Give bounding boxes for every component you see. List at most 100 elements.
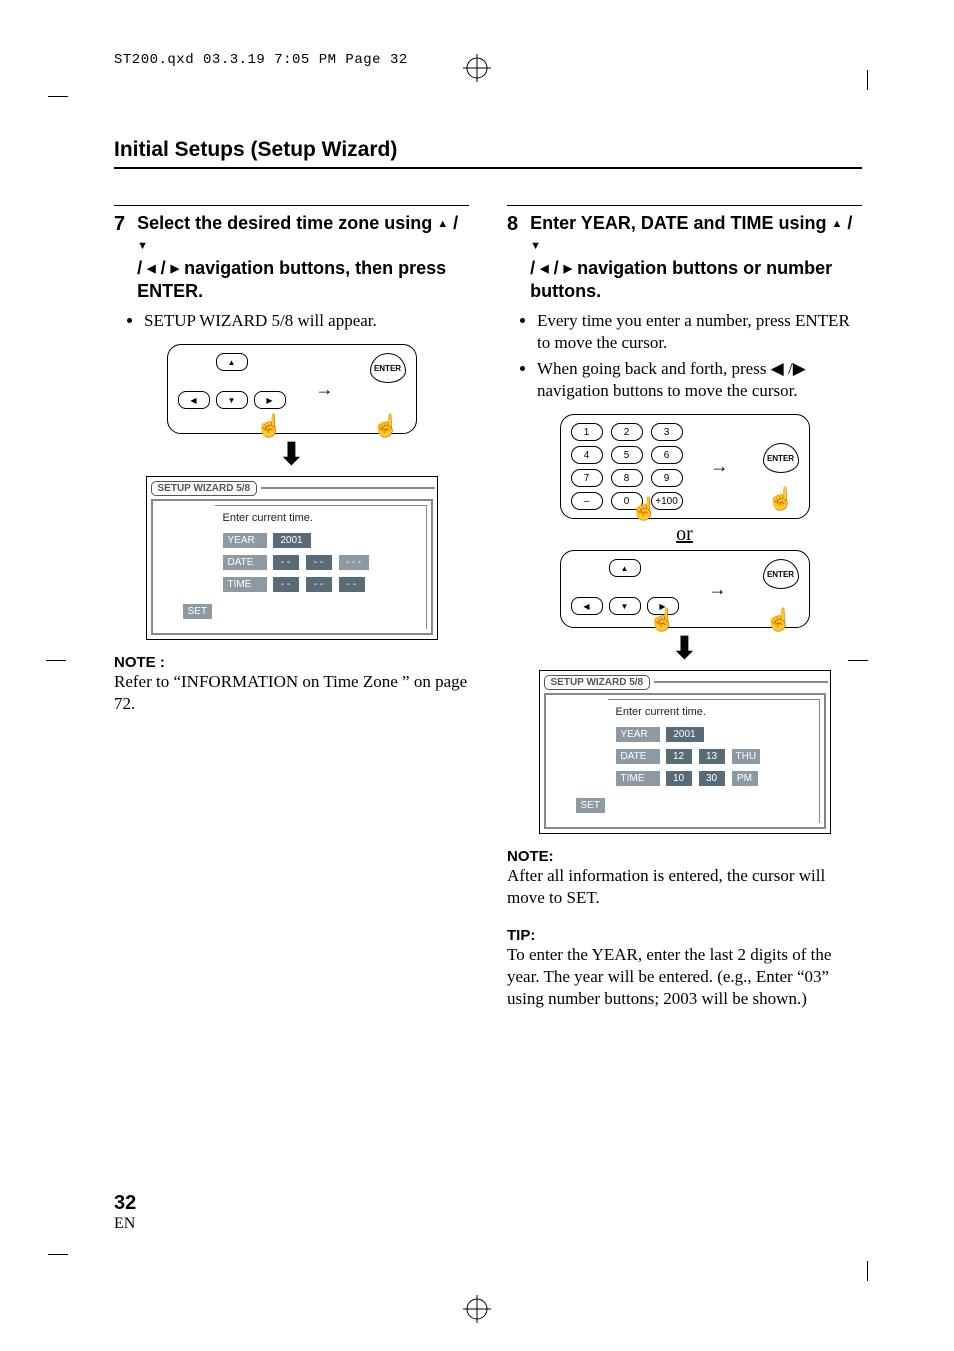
screen-mock-filled: SETUP WIZARD 5/8 Enter current time. YEA… <box>539 670 831 834</box>
set-button: SET <box>183 604 212 619</box>
column-rule <box>114 205 469 206</box>
remote-dpad-illustration: ▲ ◀ ▼ ▶ → ENTER ☝ ☝ <box>167 344 417 434</box>
column-rule <box>507 205 862 206</box>
time-ampm: - - <box>338 576 366 593</box>
right-column: 8 Enter YEAR, DATE and TIME using ▲ / ▼ … <box>507 205 862 1027</box>
time-label: TIME <box>616 771 660 786</box>
dpad-left-button: ◀ <box>571 597 603 615</box>
date-day: 13 <box>698 748 726 765</box>
arrow-right-icon: → <box>709 579 733 600</box>
hand-pointer-icon: ☝ <box>649 609 676 631</box>
arrow-right-icon: → <box>711 456 735 477</box>
screen-body: Enter current time. YEAR 2001 DATE 12 13… <box>544 693 826 829</box>
time-row: TIME - - - - - - <box>223 576 418 593</box>
year-label: YEAR <box>616 727 660 742</box>
registration-mark-bottom <box>463 1295 491 1329</box>
registration-mark-top <box>463 54 491 88</box>
time-minute: - - <box>305 576 333 593</box>
hand-pointer-icon: ☝ <box>256 415 283 437</box>
screen-caption: Enter current time. <box>223 512 418 524</box>
step-instruction: Enter YEAR, DATE and TIME using ▲ / ▼ / … <box>530 212 862 302</box>
time-minute: 30 <box>698 770 726 787</box>
right-triangle-icon: ▶ <box>564 264 572 275</box>
note-label: NOTE : <box>114 654 469 671</box>
step-8: 8 Enter YEAR, DATE and TIME using ▲ / ▼ … <box>507 212 862 302</box>
two-column-layout: 7 Select the desired time zone using ▲ /… <box>114 205 862 1027</box>
down-triangle-icon: ▼ <box>530 241 541 252</box>
date-weekday: - - - <box>338 554 370 571</box>
year-value: 2001 <box>665 726 705 743</box>
crop-mark <box>867 1261 868 1281</box>
year-label: YEAR <box>223 533 267 548</box>
crop-mark <box>867 70 868 90</box>
left-column: 7 Select the desired time zone using ▲ /… <box>114 205 469 1027</box>
year-value: 2001 <box>272 532 312 549</box>
bullet: SETUP WIZARD 5/8 will appear. <box>144 310 469 332</box>
screen-inner: Enter current time. YEAR 2001 DATE 12 13… <box>608 699 820 823</box>
remote-numpad-illustration: 1 2 3 4 5 6 7 8 9 – 0 +100 → ENTER <box>560 414 810 519</box>
screen-title: SETUP WIZARD 5/8 <box>544 675 651 690</box>
num-2-button: 2 <box>611 423 643 441</box>
section-rule <box>114 167 862 169</box>
dpad-down-button: ▼ <box>216 391 248 409</box>
crop-mark <box>46 660 66 661</box>
date-weekday: THU <box>731 748 762 765</box>
step-7-bullets: SETUP WIZARD 5/8 will appear. <box>114 310 469 332</box>
date-row: DATE 12 13 THU <box>616 748 811 765</box>
time-row: TIME 10 30 PM <box>616 770 811 787</box>
num-4-button: 4 <box>571 446 603 464</box>
text: Enter YEAR, DATE and TIME using <box>530 213 831 233</box>
left-triangle-icon: ◀ <box>540 264 548 275</box>
screen-caption: Enter current time. <box>616 706 811 718</box>
page-number-value: 32 <box>114 1192 136 1215</box>
step-8-diagram: 1 2 3 4 5 6 7 8 9 – 0 +100 → ENTER <box>507 414 862 834</box>
hand-pointer-icon: ☝ <box>372 415 399 437</box>
tip-label: TIP: <box>507 927 862 944</box>
dpad-right-button: ▶ <box>254 391 286 409</box>
date-day: - - <box>305 554 333 571</box>
year-row: YEAR 2001 <box>616 726 811 743</box>
step-number: 7 <box>114 212 125 236</box>
screen-title: SETUP WIZARD 5/8 <box>151 481 258 496</box>
dpad: ▲ ◀ ▼ ▶ <box>178 353 286 409</box>
date-row: DATE - - - - - - - <box>223 554 418 571</box>
set-row: SET <box>165 601 418 619</box>
year-row: YEAR 2001 <box>223 532 418 549</box>
time-hour: 10 <box>665 770 693 787</box>
bullet: Every time you enter a number, press ENT… <box>537 310 862 354</box>
num-5-button: 5 <box>611 446 643 464</box>
text: navigation buttons or number buttons. <box>530 258 832 301</box>
page: ST200.qxd 03.3.19 7:05 PM Page 32 Initia… <box>0 0 954 1351</box>
set-row: SET <box>558 795 811 813</box>
dpad-left-button: ◀ <box>178 391 210 409</box>
numpad: 1 2 3 4 5 6 7 8 9 – 0 +100 <box>571 423 683 510</box>
enter-button-illustration: ENTER <box>763 559 799 589</box>
num-8-button: 8 <box>611 469 643 487</box>
note-text: After all information is entered, the cu… <box>507 865 862 909</box>
time-hour: - - <box>272 576 300 593</box>
or-divider: or <box>676 523 693 546</box>
num-1-button: 1 <box>571 423 603 441</box>
left-triangle-icon: ◀ <box>147 264 155 275</box>
down-triangle-icon: ▼ <box>137 241 148 252</box>
dpad-down-button: ▼ <box>609 597 641 615</box>
num-6-button: 6 <box>651 446 683 464</box>
text: navigation buttons, then press ENTER. <box>137 258 446 301</box>
right-triangle-icon: ▶ <box>171 264 179 275</box>
num-minus-button: – <box>571 492 603 510</box>
step-8-bullets: Every time you enter a number, press ENT… <box>507 310 862 402</box>
page-number: 32 EN <box>114 1192 136 1233</box>
date-label: DATE <box>223 555 267 570</box>
screen-inner: Enter current time. YEAR 2001 DATE - - -… <box>215 505 427 629</box>
hand-pointer-icon: ☝ <box>765 609 792 631</box>
num-9-button: 9 <box>651 469 683 487</box>
date-label: DATE <box>616 749 660 764</box>
num-7-button: 7 <box>571 469 603 487</box>
step-instruction: Select the desired time zone using ▲ / ▼… <box>137 212 469 302</box>
crop-mark <box>48 96 68 97</box>
tip-text: To enter the YEAR, enter the last 2 digi… <box>507 944 862 1010</box>
time-label: TIME <box>223 577 267 592</box>
screen-header: SETUP WIZARD 5/8 <box>147 477 437 499</box>
screen-mock-blank: SETUP WIZARD 5/8 Enter current time. YEA… <box>146 476 438 640</box>
divider <box>261 487 434 489</box>
